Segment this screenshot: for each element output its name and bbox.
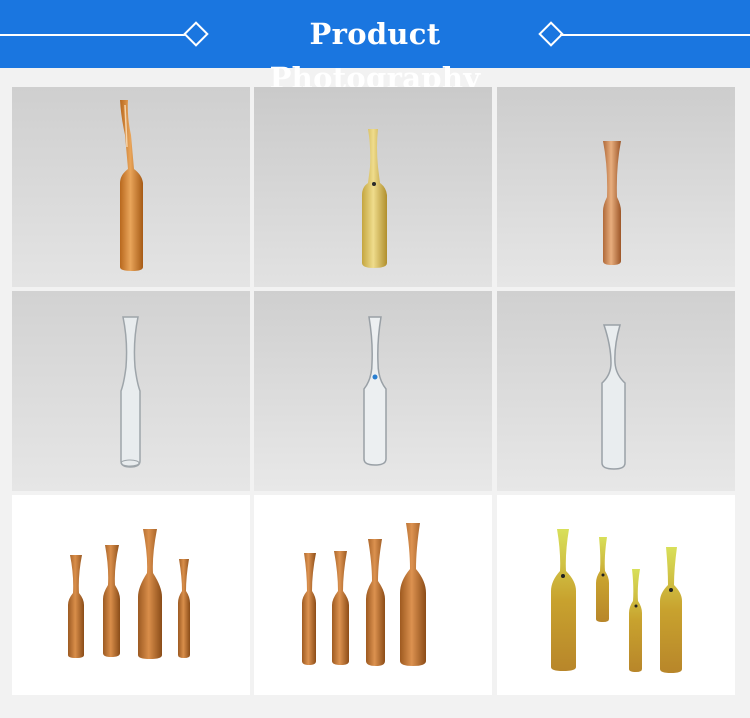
photo-clear-ampoule-dot [254, 291, 492, 491]
header-banner: Product Photography [0, 0, 750, 95]
photo-clear-ampoule-short [497, 291, 735, 491]
photo-clear-ampoule-single [12, 291, 250, 491]
photo-amber-ampoule-single [12, 87, 250, 287]
photo-amber-ampoule-group-b [254, 495, 492, 695]
header-line-right [560, 34, 750, 36]
photo-yellow-ampoule-single [254, 87, 492, 287]
header-line-left [0, 34, 186, 36]
diamond-icon [183, 21, 209, 47]
photo-amber-ampoule-narrow [497, 87, 735, 287]
photo-yellow-ampoule-group [497, 495, 735, 695]
photo-amber-ampoule-group-a [12, 495, 250, 695]
photo-grid [12, 87, 735, 695]
